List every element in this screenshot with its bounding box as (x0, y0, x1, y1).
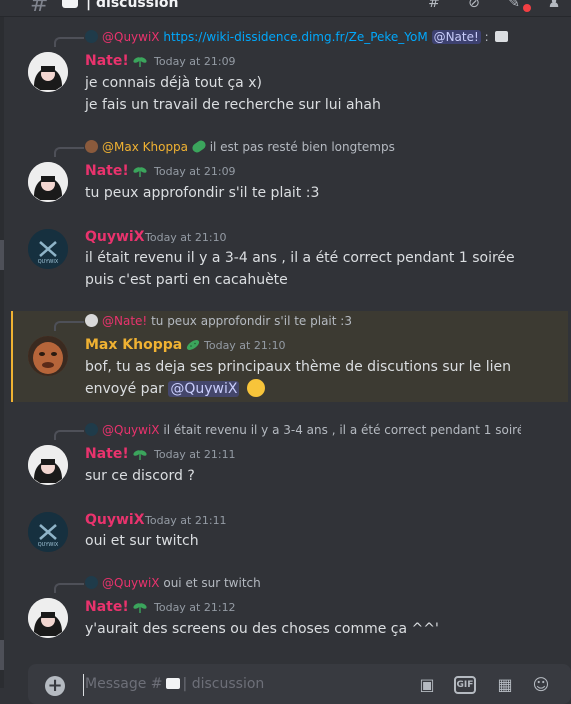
mute-icon[interactable]: ⊘ (465, 0, 483, 10)
reply-text: il était revenu il y a 3-4 ans , il a ét… (163, 423, 521, 437)
author-name[interactable]: Nate! (85, 445, 148, 466)
avatar (85, 423, 98, 436)
author-name[interactable]: QuywiX (85, 228, 145, 246)
mention[interactable]: @Nate! (431, 30, 481, 44)
sprout-icon (132, 600, 148, 619)
reply-author[interactable]: @Nate! (102, 314, 147, 328)
notification-dot (523, 4, 531, 12)
reply-spine (54, 583, 84, 593)
reply-preview[interactable]: @QuywiX https://wiki-dissidence.dimg.fr/… (85, 29, 521, 45)
channel-header: # | discussion # ⊘ ✎ ♟ (0, 0, 571, 17)
message-text: tu peux approfondir s'il te plait :3 (85, 185, 320, 201)
avatar[interactable]: QUYWIX (28, 512, 68, 552)
reply-spine (54, 430, 84, 440)
message-input[interactable]: Message # | discussion (85, 676, 264, 692)
reply-author[interactable]: @QuywiX (102, 423, 160, 437)
emoji-icon[interactable]: ☺ (530, 675, 552, 695)
reply-text: oui et sur twitch (163, 576, 261, 590)
gif-icon[interactable]: GIF (454, 676, 476, 694)
timestamp[interactable]: Today at 21:10 (145, 229, 227, 247)
timestamp[interactable]: Today at 21:12 (154, 599, 236, 617)
reply-author[interactable]: @QuywiX (102, 30, 160, 44)
server-sidebar-edge (0, 0, 4, 688)
avatar[interactable] (28, 336, 68, 376)
reply-author[interactable]: @QuywiX (102, 576, 160, 590)
gift-icon[interactable]: ▣ (416, 675, 438, 695)
channel-title: | discussion (86, 0, 179, 11)
reply-spine (54, 37, 84, 47)
svg-text:QUYWIX: QUYWIX (38, 542, 59, 548)
avatar[interactable]: QUYWIX (28, 229, 68, 269)
sticker-icon[interactable]: ▦ (494, 675, 516, 695)
avatar (85, 30, 98, 43)
timestamp[interactable]: Today at 21:11 (154, 446, 236, 464)
timestamp[interactable]: Today at 21:10 (204, 337, 286, 355)
svg-text:QUYWIX: QUYWIX (38, 259, 59, 265)
author-name[interactable]: QuywiX (85, 511, 145, 529)
message-text: je fais un travail de recherche sur lui … (85, 97, 381, 113)
message-text: sur ce discord ? (85, 468, 195, 484)
reply-spine (54, 321, 84, 331)
message-text: il était revenu il y a 3-4 ans , il a ét… (85, 250, 515, 266)
avatar (85, 140, 98, 153)
threads-icon[interactable]: # (425, 0, 443, 10)
avatar[interactable] (28, 598, 68, 638)
reply-preview[interactable]: @QuywiX oui et sur twitch (85, 575, 521, 591)
avatar[interactable] (28, 445, 68, 485)
reply-preview[interactable]: @Max Khoppa il est pas resté bien longte… (85, 139, 521, 155)
avatar[interactable] (28, 162, 68, 202)
pin-icon[interactable]: ✎ (505, 0, 523, 10)
avatar (85, 576, 98, 589)
text-caret (83, 674, 84, 696)
sprout-icon (132, 54, 148, 73)
link[interactable]: https://wiki-dissidence.dimg.fr/Ze_Peke_… (163, 30, 427, 44)
pickle-icon (190, 139, 208, 155)
message-text: oui et sur twitch (85, 533, 199, 549)
avatar (85, 314, 98, 327)
message-text: y'aurait des screens ou des choses comme… (85, 621, 439, 637)
sidebar-item[interactable] (0, 240, 4, 270)
sprout-icon (132, 164, 148, 183)
forum-icon (62, 0, 78, 8)
author-name[interactable]: Nate! (85, 162, 148, 183)
message-text: bof, tu as deja ses principaux thème de … (85, 359, 511, 375)
member-list-icon[interactable]: ♟ (545, 0, 563, 10)
timestamp[interactable]: Today at 21:09 (154, 53, 236, 71)
forum-icon (165, 678, 180, 689)
reply-preview[interactable]: @Nate! tu peux approfondir s'il te plait… (85, 313, 521, 329)
reply-suffix: : (484, 30, 489, 44)
message-composer[interactable]: + Message # | discussion ▣ GIF ▦ ☺ (28, 664, 571, 704)
reply-text: il est pas resté bien longtemps (209, 140, 395, 154)
sprout-icon (132, 447, 148, 466)
message-text: puis c'est parti en cacahuète (85, 272, 288, 288)
reply-author[interactable]: @Max Khoppa (102, 140, 188, 154)
timestamp[interactable]: Today at 21:11 (145, 512, 227, 530)
add-icon[interactable]: + (45, 676, 65, 696)
author-name[interactable]: Nate! (85, 598, 148, 619)
timestamp[interactable]: Today at 21:09 (154, 163, 236, 181)
mention[interactable]: @QuywiX (168, 381, 240, 397)
author-name[interactable]: Nate! (85, 52, 148, 73)
reply-text: tu peux approfondir s'il te plait :3 (151, 314, 352, 328)
hash-icon: # (30, 0, 49, 17)
reply-spine (54, 147, 84, 157)
wink-emoji-icon (246, 379, 265, 397)
image-icon (494, 31, 508, 42)
avatar[interactable] (28, 52, 68, 92)
message-text: je connais déjà tout ça x) (85, 75, 262, 91)
pickle-icon (185, 338, 201, 357)
reply-preview[interactable]: @QuywiX il était revenu il y a 3-4 ans ,… (85, 422, 521, 438)
sidebar-item[interactable] (0, 640, 4, 670)
message-text: envoyé par @QuywiX (85, 379, 265, 399)
author-name[interactable]: Max Khoppa (85, 336, 201, 357)
